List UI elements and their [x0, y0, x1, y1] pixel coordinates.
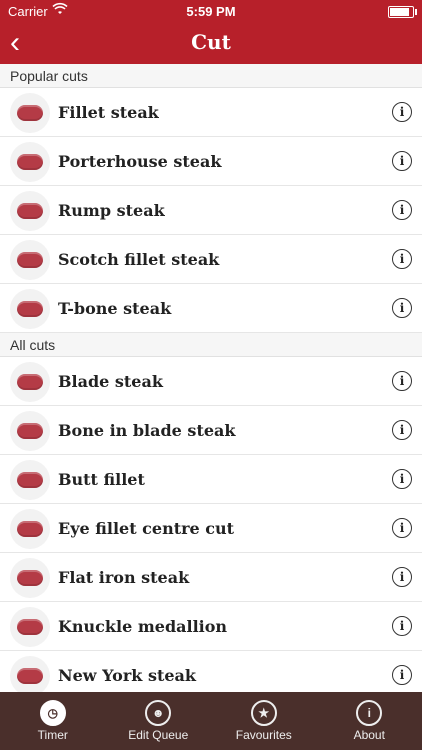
cut-label: Butt fillet	[58, 470, 145, 489]
cut-row[interactable]: Eye fillet centre cut i	[0, 504, 422, 553]
meat-icon	[17, 521, 43, 537]
edit-queue-icon: ☻	[145, 700, 172, 726]
tab-edit-queue[interactable]: ☻ Edit Queue	[106, 692, 212, 750]
meat-icon	[17, 472, 43, 488]
info-icon[interactable]: i	[392, 469, 412, 489]
timer-icon: ◷	[39, 700, 66, 726]
cut-label: Fillet steak	[58, 103, 159, 122]
tab-favourites[interactable]: ★ Favourites	[211, 692, 317, 750]
tab-label: About	[353, 728, 385, 742]
cut-label: Flat iron steak	[58, 568, 190, 587]
info-icon[interactable]: i	[392, 371, 412, 391]
cut-row[interactable]: Bone in blade steak i	[0, 406, 422, 455]
cut-row[interactable]: T-bone steak i	[0, 284, 422, 333]
tab-label: Edit Queue	[128, 728, 189, 742]
tab-label: Timer	[37, 728, 68, 742]
info-icon[interactable]: i	[392, 249, 412, 269]
page-title: Cut	[191, 30, 231, 54]
tab-bar: ◷ Timer ☻ Edit Queue ★ Favourites i About	[0, 692, 422, 750]
meat-icon	[17, 374, 43, 390]
nav-bar: ‹ Cut	[0, 22, 422, 64]
meat-icon	[17, 423, 43, 439]
cut-row[interactable]: Scotch fillet steak i	[0, 235, 422, 284]
meat-cut-image	[10, 142, 50, 182]
meat-cut-image	[10, 509, 50, 549]
cut-row[interactable]: Rump steak i	[0, 186, 422, 235]
meat-icon	[17, 668, 43, 684]
cut-label: Rump steak	[58, 201, 165, 220]
meat-icon	[17, 154, 43, 170]
meat-cut-image	[10, 289, 50, 329]
meat-cut-image	[10, 607, 50, 647]
cut-row[interactable]: New York steak i	[0, 651, 422, 692]
info-icon[interactable]: i	[392, 518, 412, 538]
cut-row[interactable]: Knuckle medallion i	[0, 602, 422, 651]
meat-cut-image	[10, 93, 50, 133]
cut-row[interactable]: Porterhouse steak i	[0, 137, 422, 186]
star-icon: ★	[250, 700, 277, 726]
info-icon: i	[356, 700, 383, 726]
tab-timer[interactable]: ◷ Timer	[0, 692, 106, 750]
meat-cut-image	[10, 362, 50, 402]
cut-label: Eye fillet centre cut	[58, 519, 235, 538]
info-icon[interactable]: i	[392, 665, 412, 685]
meat-cut-image	[10, 240, 50, 280]
info-icon[interactable]: i	[392, 298, 412, 318]
cut-label: Porterhouse steak	[58, 152, 222, 171]
cut-label: Bone in blade steak	[58, 421, 236, 440]
meat-cut-image	[10, 191, 50, 231]
info-icon[interactable]: i	[392, 151, 412, 171]
cut-row[interactable]: Butt fillet i	[0, 455, 422, 504]
battery-icon	[388, 6, 417, 18]
tab-about[interactable]: i About	[317, 692, 422, 750]
cut-row[interactable]: Blade steak i	[0, 357, 422, 406]
meat-cut-image	[10, 656, 50, 692]
cut-label: Blade steak	[58, 372, 163, 391]
meat-icon	[17, 619, 43, 635]
info-icon[interactable]: i	[392, 200, 412, 220]
meat-cut-image	[10, 558, 50, 598]
status-bar: Carrier 5:59 PM	[0, 0, 422, 22]
meat-cut-image	[10, 411, 50, 451]
cut-label: Knuckle medallion	[58, 617, 228, 636]
cut-row[interactable]: Fillet steak i	[0, 88, 422, 137]
cut-label: New York steak	[58, 666, 196, 685]
cut-label: Scotch fillet steak	[58, 250, 220, 269]
meat-cut-image	[10, 460, 50, 500]
meat-icon	[17, 105, 43, 121]
info-icon[interactable]: i	[392, 102, 412, 122]
info-icon[interactable]: i	[392, 567, 412, 587]
section-header: Popular cuts	[0, 64, 422, 88]
info-icon[interactable]: i	[392, 420, 412, 440]
meat-icon	[17, 570, 43, 586]
status-time: 5:59 PM	[186, 4, 236, 19]
meat-icon	[17, 252, 43, 268]
info-icon[interactable]: i	[392, 616, 412, 636]
section-header: All cuts	[0, 333, 422, 357]
cut-list[interactable]: Popular cuts Fillet steak i Porterhouse ste…	[0, 64, 422, 692]
meat-icon	[17, 203, 43, 219]
tab-label: Favourites	[235, 728, 292, 742]
cut-row[interactable]: Flat iron steak i	[0, 553, 422, 602]
cut-label: T-bone steak	[58, 299, 172, 318]
meat-icon	[17, 301, 43, 317]
